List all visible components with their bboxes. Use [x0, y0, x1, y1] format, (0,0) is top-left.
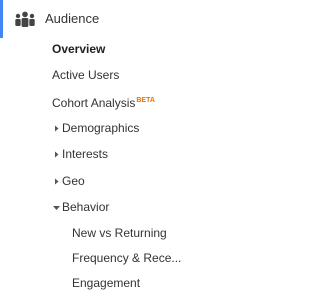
nav-item-active-users[interactable]: Active Users — [52, 67, 119, 83]
interests-label: Interests — [62, 147, 109, 161]
caret-right-icon — [52, 147, 61, 158]
beta-badge: BETA — [136, 97, 155, 104]
nav-item-overview[interactable]: Overview — [52, 41, 105, 57]
nav-item-demographics[interactable]: Demographics — [52, 120, 139, 136]
audience-icon — [14, 11, 36, 27]
geo-label: Geo — [62, 174, 85, 188]
caret-right-icon — [52, 121, 61, 132]
caret-right-icon — [52, 174, 61, 185]
audience-section-header[interactable]: Audience — [0, 0, 204, 38]
subitem-new-vs-returning[interactable]: New vs Returning — [72, 225, 167, 241]
nav-item-cohort-analysis[interactable]: Cohort AnalysisBETA — [52, 93, 155, 111]
demographics-label: Demographics — [62, 121, 140, 135]
subitem-frequency-recency[interactable]: Frequency & Rece... — [72, 250, 181, 266]
nav-item-behavior[interactable]: Behavior — [52, 199, 109, 215]
nav-item-geo[interactable]: Geo — [52, 173, 85, 189]
subitem-engagement[interactable]: Engagement — [72, 275, 140, 291]
audience-label: Audience — [45, 11, 100, 26]
caret-down-icon — [52, 200, 61, 210]
behavior-label: Behavior — [62, 200, 110, 214]
cohort-analysis-label: Cohort Analysis — [52, 96, 136, 110]
nav-item-interests[interactable]: Interests — [52, 146, 108, 162]
